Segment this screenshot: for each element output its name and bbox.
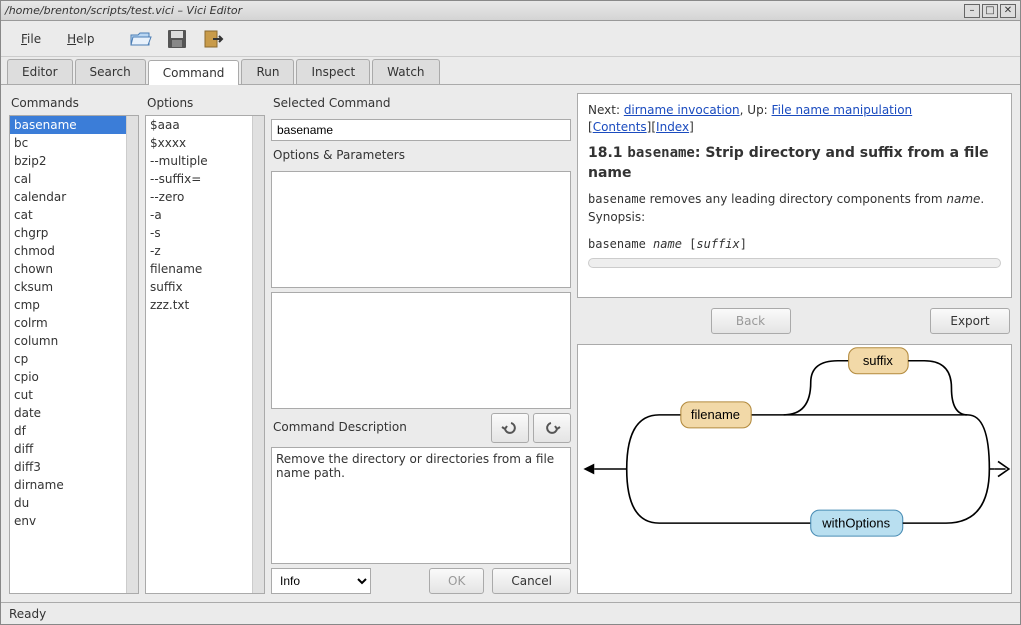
tab-run[interactable]: Run [241, 59, 294, 84]
options-params-area[interactable] [271, 171, 571, 288]
ok-button[interactable]: OK [429, 568, 484, 594]
list-item[interactable]: -a [146, 206, 252, 224]
syntax-diagram: suffix filename withOptions [577, 344, 1012, 594]
tab-watch[interactable]: Watch [372, 59, 439, 84]
tab-command[interactable]: Command [148, 60, 240, 85]
description-text[interactable]: Remove the directory or directories from… [271, 447, 571, 564]
description-label: Command Description [271, 417, 487, 439]
list-item[interactable]: zzz.txt [146, 296, 252, 314]
list-item[interactable]: cpio [10, 368, 126, 386]
list-item[interactable]: env [10, 512, 126, 530]
list-item[interactable]: -z [146, 242, 252, 260]
tab-inspect[interactable]: Inspect [296, 59, 370, 84]
link-up[interactable]: File name manipulation [772, 103, 913, 117]
selected-command-label: Selected Command [271, 93, 571, 115]
list-item[interactable]: -s [146, 224, 252, 242]
minimize-button[interactable]: – [964, 4, 980, 18]
menubar: File Help [1, 21, 1020, 57]
list-item[interactable]: cut [10, 386, 126, 404]
list-item[interactable]: --multiple [146, 152, 252, 170]
scrollbar[interactable] [126, 116, 138, 593]
link-next[interactable]: dirname invocation [624, 103, 740, 117]
redo-icon[interactable] [533, 413, 571, 443]
commands-list[interactable]: basenamebcbzip2calcalendarcatchgrpchmodc… [10, 116, 126, 593]
help-panel: Next: dirname invocation, Up: File name … [577, 93, 1012, 298]
commands-label: Commands [9, 93, 139, 115]
close-button[interactable]: ✕ [1000, 4, 1016, 18]
link-index[interactable]: Index [656, 120, 689, 134]
statusbar: Ready [1, 602, 1020, 624]
status-text: Ready [9, 607, 46, 621]
list-item[interactable]: dirname [10, 476, 126, 494]
list-item[interactable]: cat [10, 206, 126, 224]
export-button[interactable]: Export [930, 308, 1010, 334]
list-item[interactable]: --suffix= [146, 170, 252, 188]
svg-text:withOptions: withOptions [821, 515, 890, 530]
menu-file[interactable]: File [11, 28, 51, 50]
scrollbar[interactable] [252, 116, 264, 593]
list-item[interactable]: df [10, 422, 126, 440]
selected-command-input[interactable] [271, 119, 571, 141]
info-select[interactable]: Info [271, 568, 371, 594]
list-item[interactable]: $xxxx [146, 134, 252, 152]
list-item[interactable]: suffix [146, 278, 252, 296]
svg-text:suffix: suffix [863, 353, 894, 368]
open-icon[interactable] [126, 25, 156, 53]
list-item[interactable]: chgrp [10, 224, 126, 242]
options-label: Options [145, 93, 265, 115]
help-synopsis: basename name [suffix] [588, 236, 1001, 253]
list-item[interactable]: $aaa [146, 116, 252, 134]
list-item[interactable]: column [10, 332, 126, 350]
maximize-button[interactable]: □ [982, 4, 998, 18]
list-item[interactable]: --zero [146, 188, 252, 206]
list-item[interactable]: colrm [10, 314, 126, 332]
list-item[interactable]: date [10, 404, 126, 422]
tabbar: Editor Search Command Run Inspect Watch [1, 57, 1020, 85]
list-item[interactable]: cmp [10, 296, 126, 314]
list-item[interactable]: diff3 [10, 458, 126, 476]
list-item[interactable]: calendar [10, 188, 126, 206]
list-item[interactable]: cksum [10, 278, 126, 296]
save-icon[interactable] [162, 25, 192, 53]
window-title: /home/brenton/scripts/test.vici – Vici E… [5, 4, 964, 17]
tab-editor[interactable]: Editor [7, 59, 73, 84]
back-button[interactable]: Back [711, 308, 791, 334]
help-heading: 18.1 basename: Strip directory and suffi… [588, 143, 1001, 184]
menu-help[interactable]: Help [57, 28, 104, 50]
exit-icon[interactable] [198, 25, 228, 53]
titlebar: /home/brenton/scripts/test.vici – Vici E… [1, 1, 1020, 21]
undo-icon[interactable] [491, 413, 529, 443]
options-params-label: Options & Parameters [271, 145, 571, 167]
list-item[interactable]: du [10, 494, 126, 512]
list-item[interactable]: bzip2 [10, 152, 126, 170]
list-item[interactable]: bc [10, 134, 126, 152]
list-item[interactable]: cp [10, 350, 126, 368]
list-item[interactable]: chown [10, 260, 126, 278]
cancel-button[interactable]: Cancel [492, 568, 571, 594]
list-item[interactable]: cal [10, 170, 126, 188]
options-list[interactable]: $aaa$xxxx--multiple--suffix=--zero-a-s-z… [146, 116, 252, 593]
tab-search[interactable]: Search [75, 59, 146, 84]
svg-text:filename: filename [691, 407, 740, 422]
list-item[interactable]: diff [10, 440, 126, 458]
list-item[interactable]: filename [146, 260, 252, 278]
help-para: basename removes any leading directory c… [588, 191, 1001, 226]
list-item[interactable]: chmod [10, 242, 126, 260]
help-scrollbar[interactable] [588, 258, 1001, 268]
link-contents[interactable]: Contents [593, 120, 647, 134]
list-item[interactable]: basename [10, 116, 126, 134]
options-params-area2[interactable] [271, 292, 571, 409]
